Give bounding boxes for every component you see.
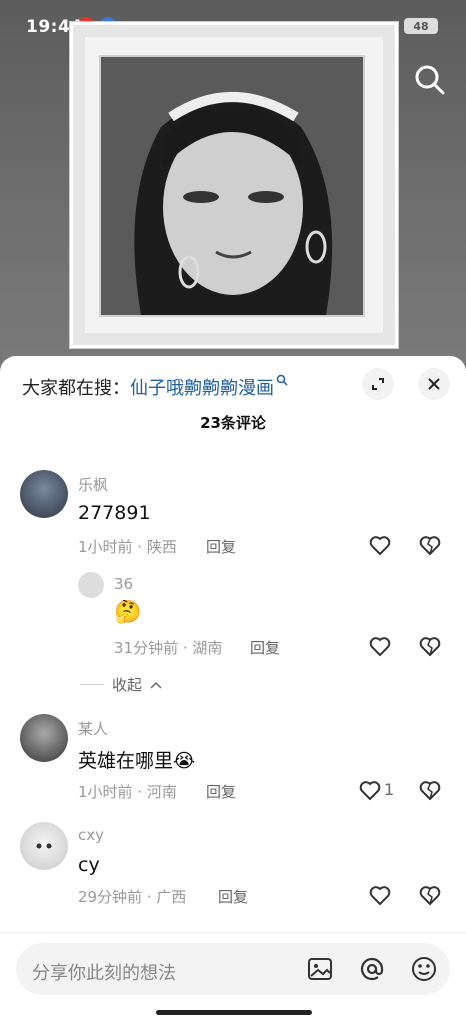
collapse-label: 收起 [112, 676, 143, 694]
battery-icon: 48 [404, 18, 438, 34]
comment-meta: 29分钟前 · 广西 [78, 888, 187, 906]
comment-text: 🤔 [114, 600, 142, 625]
reply-button[interactable]: 回复 [206, 781, 236, 802]
comment-input[interactable]: 分享你此刻的想法 [16, 943, 450, 995]
reply-button[interactable]: 回复 [218, 886, 248, 907]
comment-input-placeholder: 分享你此刻的想法 [32, 963, 176, 984]
comment-text: cy [78, 854, 100, 876]
at-icon[interactable] [358, 955, 386, 983]
home-indicator[interactable] [156, 1010, 312, 1015]
chevron-up-icon [150, 681, 162, 689]
comment-sheet: 大家都在搜：仙子哦齁齁齁漫画 23条评论 乐枫 277891 1小时前 · 陕西… [0, 356, 466, 1024]
comment-username[interactable]: 乐枫 [78, 474, 108, 495]
search-hint-prefix: 大家都在搜： [22, 378, 130, 399]
dislike-icon[interactable] [418, 778, 442, 802]
comment-meta: 1小时前 · 河南 [78, 783, 177, 801]
reply-button[interactable]: 回复 [206, 536, 236, 557]
expand-icon[interactable] [362, 368, 394, 400]
comment-username[interactable]: 36 [114, 575, 133, 593]
comment-text: 英雄在哪里😭 [78, 750, 196, 772]
comment-text: 277891 [78, 502, 151, 524]
avatar[interactable] [20, 822, 68, 870]
avatar[interactable] [20, 470, 68, 518]
collapse-replies-button[interactable]: 收起 [80, 674, 162, 695]
comment-meta: 1小时前 · 陕西 [78, 538, 177, 556]
comment-username[interactable]: 某人 [78, 718, 108, 739]
heart-icon[interactable] [368, 883, 392, 907]
image-icon[interactable] [306, 955, 334, 983]
dislike-icon[interactable] [418, 533, 442, 557]
search-icon[interactable] [412, 62, 448, 98]
dislike-icon[interactable] [418, 634, 442, 658]
small-search-icon [276, 374, 288, 386]
emoji-icon[interactable] [410, 955, 438, 983]
trending-search-hint[interactable]: 大家都在搜：仙子哦齁齁齁漫画 [22, 374, 288, 400]
heart-icon[interactable] [358, 778, 382, 802]
reply-button[interactable]: 回复 [250, 637, 280, 658]
comment-username[interactable]: cxy [78, 826, 104, 844]
avatar[interactable] [78, 572, 104, 598]
search-keyword-link[interactable]: 仙子哦齁齁齁漫画 [130, 378, 274, 399]
heart-icon[interactable] [368, 634, 392, 658]
dislike-icon[interactable] [418, 883, 442, 907]
comment-count: 23条评论 [200, 414, 266, 432]
portrait-image [99, 55, 365, 317]
video-frame-image [70, 22, 398, 348]
like-count: 1 [384, 780, 395, 799]
comment-meta: 31分钟前 · 湖南 [114, 639, 223, 657]
portrait-illustration [101, 57, 363, 315]
avatar[interactable] [20, 714, 68, 762]
close-icon[interactable] [418, 368, 450, 400]
heart-icon[interactable] [368, 533, 392, 557]
divider [80, 684, 104, 685]
